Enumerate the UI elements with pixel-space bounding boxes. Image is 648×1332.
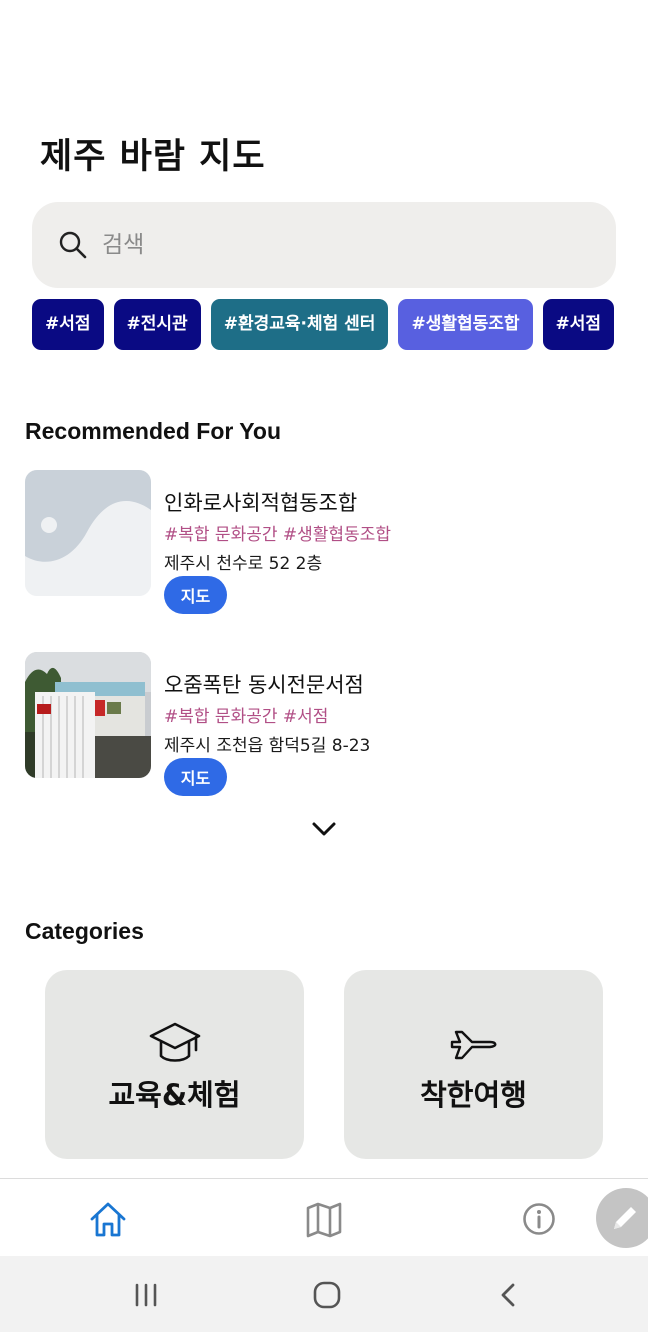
category-label: 착한여행 xyxy=(420,1078,527,1112)
chevron-down-icon[interactable] xyxy=(311,816,337,842)
place-tags: #복합 문화공간 #생활협동조합 xyxy=(164,525,391,545)
map-button[interactable]: 지도 xyxy=(164,576,227,614)
bottom-navigation xyxy=(0,1178,648,1256)
info-icon[interactable] xyxy=(519,1199,559,1239)
place-name[interactable]: 인화로사회적협동조합 xyxy=(164,487,357,517)
pencil-icon xyxy=(614,1207,636,1229)
tag-chip[interactable]: #서점 xyxy=(542,299,615,350)
map-icon[interactable] xyxy=(304,1199,344,1239)
map-button[interactable]: 지도 xyxy=(164,758,227,796)
place-address: 제주시 천수로 52 2층 xyxy=(164,554,323,574)
graduation-cap-icon xyxy=(149,1022,201,1062)
edit-fab-button[interactable] xyxy=(596,1188,648,1248)
place-address: 제주시 조천읍 함덕5길 8-23 xyxy=(164,736,371,756)
tag-chip[interactable]: #생활협동조합 xyxy=(398,299,533,350)
category-card-travel[interactable]: 착한여행 xyxy=(344,970,603,1159)
search-bar[interactable] xyxy=(32,202,616,288)
tag-chip[interactable]: #환경교육·체험 센터 xyxy=(210,299,389,350)
page-title: 제주 바람 지도 xyxy=(40,137,266,177)
category-label: 교육&체험 xyxy=(108,1078,241,1112)
tag-chip[interactable]: #서점 xyxy=(32,299,104,350)
airplane-icon xyxy=(450,1030,497,1060)
place-tags: #복합 문화공간 #서점 xyxy=(164,707,329,727)
home-icon[interactable] xyxy=(88,1199,128,1239)
recent-apps-icon[interactable] xyxy=(131,1280,161,1310)
recommended-title: Recommended For You xyxy=(25,418,282,444)
placeholder-image xyxy=(25,470,151,596)
list-item[interactable]: 인화로사회적협동조합 #복합 문화공간 #생활협동조합 제주시 천수로 52 2… xyxy=(25,470,625,620)
category-card-education[interactable]: 교육&체험 xyxy=(45,970,304,1159)
tag-filter-row: #서점 #전시관 #환경교육·체험 센터 #생활협동조합 #서점 xyxy=(32,299,616,351)
system-navigation-bar xyxy=(0,1256,648,1332)
search-icon xyxy=(59,231,87,259)
place-name[interactable]: 오줌폭탄 동시전문서점 xyxy=(164,669,364,699)
list-item[interactable]: 오줌폭탄 동시전문서점 #복합 문화공간 #서점 제주시 조천읍 함덕5길 8-… xyxy=(25,652,625,802)
back-icon[interactable] xyxy=(494,1280,524,1310)
app-screen: 제주 바람 지도 #서점#전시관#환경교육·체험 센터#생활협동조합#서점 Re… xyxy=(0,0,648,1332)
tag-chip[interactable]: #전시관 xyxy=(113,299,201,350)
categories-title: Categories xyxy=(25,918,144,944)
home-circle-icon[interactable] xyxy=(312,1280,342,1310)
bookstore-photo xyxy=(25,652,151,778)
search-input[interactable] xyxy=(102,232,582,258)
